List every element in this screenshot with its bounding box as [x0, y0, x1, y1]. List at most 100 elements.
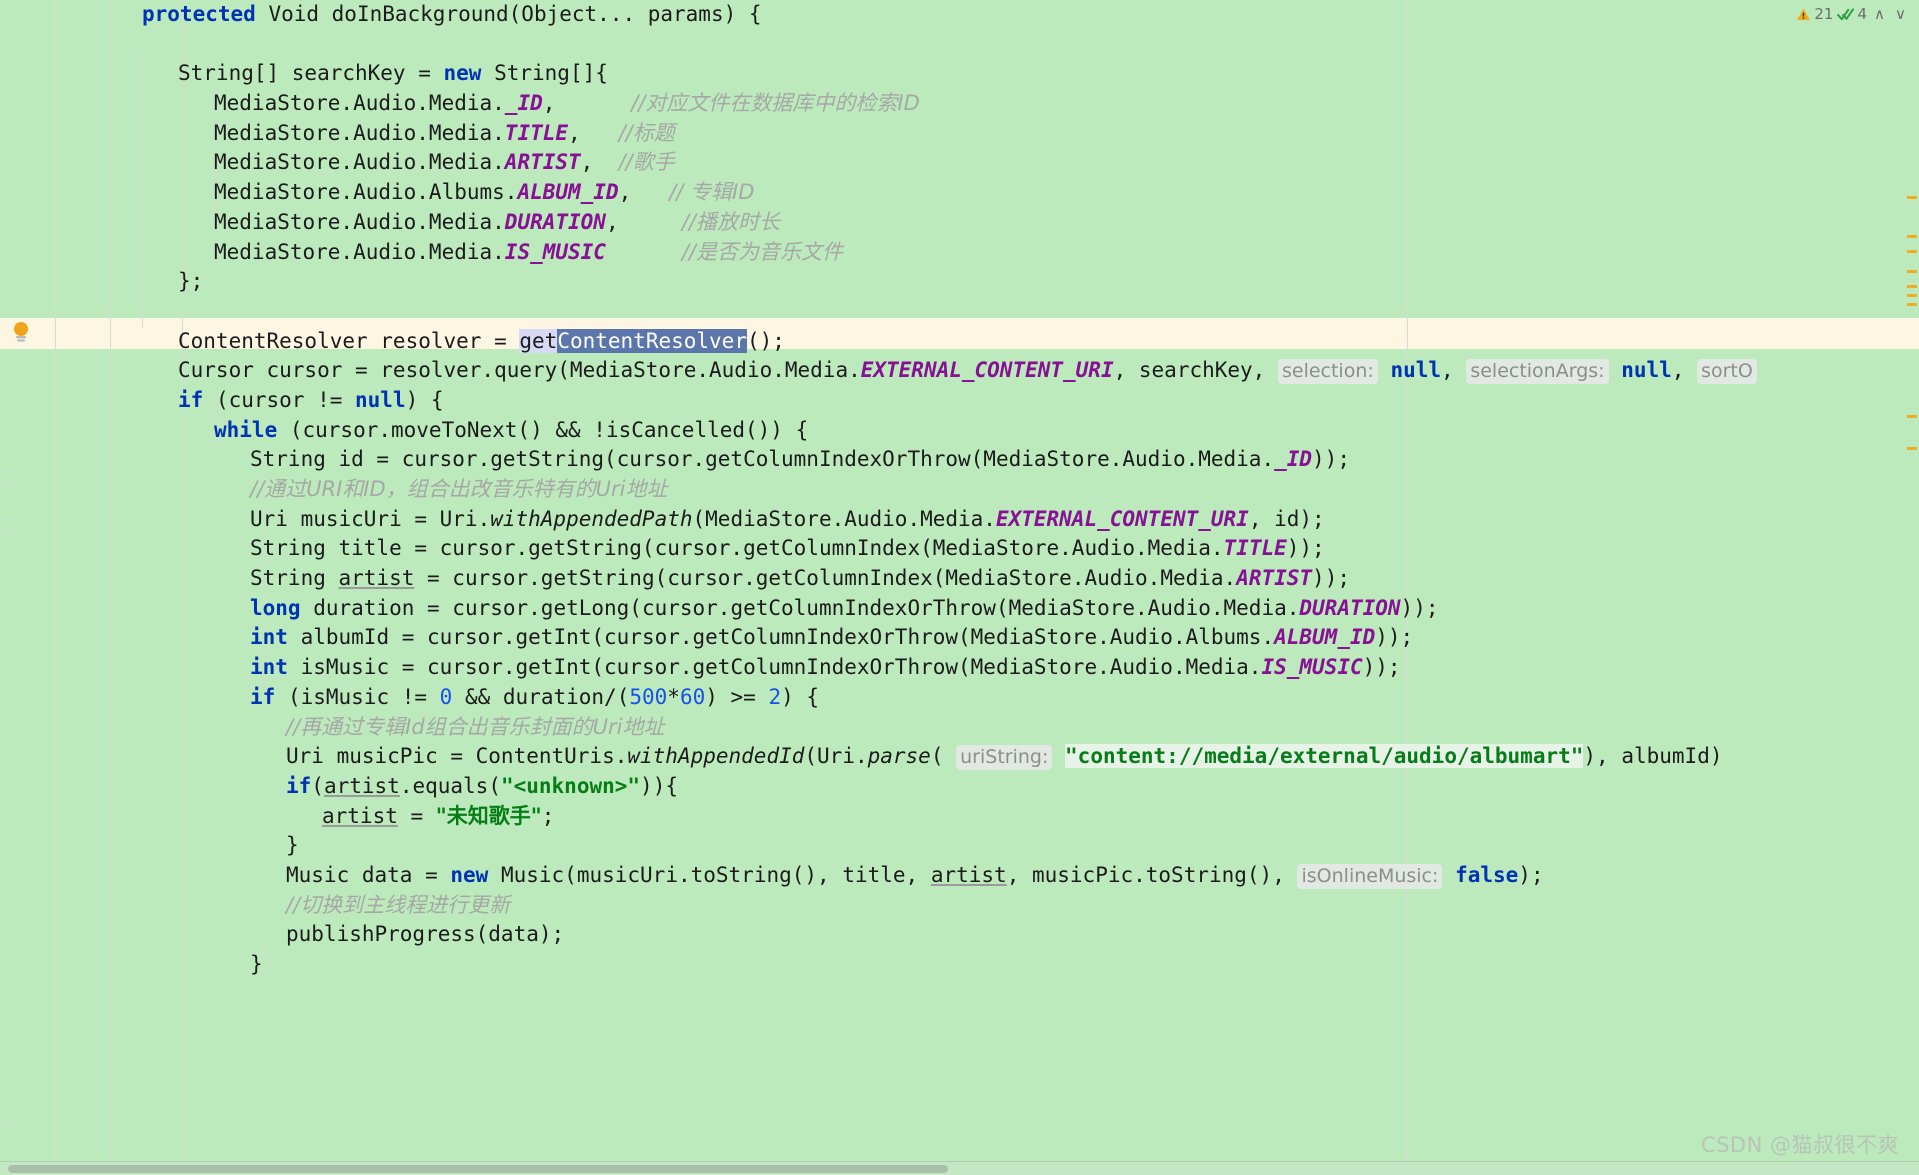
code-token: publishProgress(data);	[286, 922, 565, 947]
code-token: ,	[568, 120, 581, 145]
code-line[interactable]	[0, 30, 1757, 60]
parameter-hint: uriString:	[956, 745, 1053, 771]
code-line[interactable]: int albumId = cursor.getInt(cursor.getCo…	[0, 623, 1757, 653]
static-field-token: ARTIST	[1236, 566, 1313, 591]
code-line[interactable]: int isMusic = cursor.getInt(cursor.getCo…	[0, 653, 1757, 683]
code-line[interactable]: protected Void doInBackground(Object... …	[0, 0, 1757, 30]
code-line[interactable]: String title = cursor.getString(cursor.g…	[0, 534, 1757, 564]
keyword-token: if	[250, 684, 276, 709]
error-stripe-marker[interactable]	[1907, 303, 1917, 306]
double-check-icon	[1837, 7, 1855, 20]
code-line[interactable]: Music data = new Music(musicUri.toString…	[0, 861, 1757, 891]
code-line[interactable]: if(artist.equals("<unknown>")){	[0, 772, 1757, 802]
code-line[interactable]: long duration = cursor.getLong(cursor.ge…	[0, 594, 1757, 624]
code-token: (isMusic !=	[275, 684, 440, 709]
code-comment: // 专辑ID	[669, 180, 755, 205]
code-token: }	[286, 833, 299, 858]
code-line[interactable]: MediaStore.Audio.Media._ID, //对应文件在数据库中的…	[0, 89, 1757, 119]
error-stripe-marker[interactable]	[1907, 415, 1917, 418]
code-token: Void doInBackground(Object... params) {	[255, 2, 762, 26]
error-stripe-marker[interactable]	[1907, 285, 1917, 288]
code-line[interactable]: MediaStore.Audio.Albums.ALBUM_ID, // 专辑I…	[0, 178, 1757, 208]
code-line[interactable]: if (isMusic != 0 && duration/(500*60) >=…	[0, 683, 1757, 713]
code-line[interactable]: MediaStore.Audio.Media.ARTIST, //歌手	[0, 148, 1757, 178]
error-stripe-marker[interactable]	[1907, 196, 1917, 199]
code-comment: //再通过专辑Id组合出音乐封面的Uri地址	[286, 714, 665, 739]
code-comment: //是否为音乐文件	[681, 239, 843, 264]
error-stripe-marker[interactable]	[1907, 270, 1917, 273]
code-token: )){	[640, 773, 678, 798]
code-line[interactable]: Uri musicPic = ContentUris.withAppendedI…	[0, 742, 1757, 772]
code-line[interactable]: //切换到主线程进行更新	[0, 891, 1757, 921]
keyword-token: null	[1390, 358, 1442, 383]
code-line[interactable]: };	[0, 267, 1757, 297]
code-line[interactable]: }	[0, 831, 1757, 861]
code-token: };	[178, 269, 204, 294]
keyword-token: int	[250, 655, 288, 680]
static-field-token: ALBUM_ID	[517, 180, 619, 205]
static-field-token: IS_MUSIC	[1261, 655, 1363, 680]
code-line-current[interactable]: ContentResolver resolver = getContentRes…	[0, 327, 1757, 357]
error-stripe-marker[interactable]	[1907, 447, 1917, 450]
error-stripe-marker-gutter[interactable]	[1905, 0, 1919, 1175]
error-stripe-marker[interactable]	[1907, 294, 1917, 297]
keyword-token: null	[355, 387, 406, 412]
code-line[interactable]: }	[0, 950, 1757, 980]
code-token: ));	[1286, 536, 1325, 561]
code-line[interactable]: Uri musicUri = Uri.withAppendedPath(Medi…	[0, 505, 1757, 535]
static-field-token: _ID	[504, 91, 543, 116]
code-token: && duration/(	[452, 684, 630, 709]
code-line[interactable]: //通过URI和ID，组合出改音乐特有的Uri地址	[0, 475, 1757, 505]
code-line[interactable]	[0, 297, 1757, 327]
code-line[interactable]: artist = "未知歌手";	[0, 802, 1757, 832]
code-line[interactable]: Cursor cursor = resolver.query(MediaStor…	[0, 356, 1757, 386]
next-problem-button[interactable]: ∨	[1892, 5, 1909, 23]
code-token: Cursor cursor = resolver.query(MediaStor…	[178, 358, 861, 383]
number-token: 0	[439, 684, 453, 709]
code-token: MediaStore.Audio.Media.	[214, 150, 505, 175]
code-token: }	[250, 952, 263, 976]
code-line[interactable]: String artist = cursor.getString(cursor.…	[0, 564, 1757, 594]
code-line[interactable]: MediaStore.Audio.Media.DURATION, //播放时长	[0, 208, 1757, 238]
code-token: Music data =	[286, 862, 451, 887]
previous-problem-button[interactable]: ∧	[1871, 5, 1888, 23]
code-token: ) {	[781, 684, 820, 709]
horizontal-scrollbar[interactable]	[0, 1161, 1919, 1175]
inspection-widget[interactable]: 21 4 ∧ ∨	[1796, 2, 1909, 26]
static-field-token: EXTERNAL_CONTENT_URI	[860, 358, 1114, 383]
warning-count-group[interactable]: 21	[1796, 5, 1833, 23]
code-line[interactable]: MediaStore.Audio.Media.TITLE, //标题	[0, 119, 1757, 149]
fold-marker[interactable]	[0, 1108, 11, 1124]
code-token: ,	[605, 209, 619, 234]
code-token: ,	[1671, 358, 1698, 383]
code-editor[interactable]: protected Void doInBackground(Object... …	[0, 0, 1919, 1175]
number-token: 2	[768, 684, 782, 709]
keyword-token: protected	[142, 2, 256, 26]
lightbulb-intention-icon[interactable]	[12, 320, 30, 344]
code-line[interactable]: //再通过专辑Id组合出音乐封面的Uri地址	[0, 713, 1757, 743]
horizontal-scrollbar-thumb[interactable]	[8, 1165, 948, 1173]
error-stripe-marker[interactable]	[1907, 250, 1917, 253]
code-line[interactable]: while (cursor.moveToNext() && !isCancell…	[0, 416, 1757, 446]
code-line[interactable]: if (cursor != null) {	[0, 386, 1757, 416]
number-token: 60	[679, 684, 706, 709]
code-token: isMusic = cursor.getInt(cursor.getColumn…	[287, 655, 1262, 680]
code-token: albumId = cursor.getInt(cursor.getColumn…	[287, 625, 1275, 650]
code-token: String[]{	[481, 61, 608, 86]
code-line[interactable]: MediaStore.Audio.Media.IS_MUSIC //是否为音乐文…	[0, 238, 1757, 268]
code-comment: //播放时长	[681, 209, 780, 234]
check-count-group[interactable]: 4	[1837, 5, 1867, 23]
code-token: , searchKey,	[1113, 358, 1278, 383]
code-token: =	[397, 803, 436, 828]
code-line[interactable]: publishProgress(data);	[0, 920, 1757, 950]
code-content[interactable]: protected Void doInBackground(Object... …	[0, 0, 1757, 980]
code-line[interactable]: String[] searchKey = new String[]{	[0, 59, 1757, 89]
error-stripe-marker[interactable]	[1907, 235, 1917, 238]
code-line[interactable]: String id = cursor.getString(cursor.getC…	[0, 445, 1757, 475]
code-token: ));	[1400, 595, 1439, 620]
string-literal: "未知歌手"	[435, 803, 542, 828]
code-token: artist	[930, 862, 1007, 887]
